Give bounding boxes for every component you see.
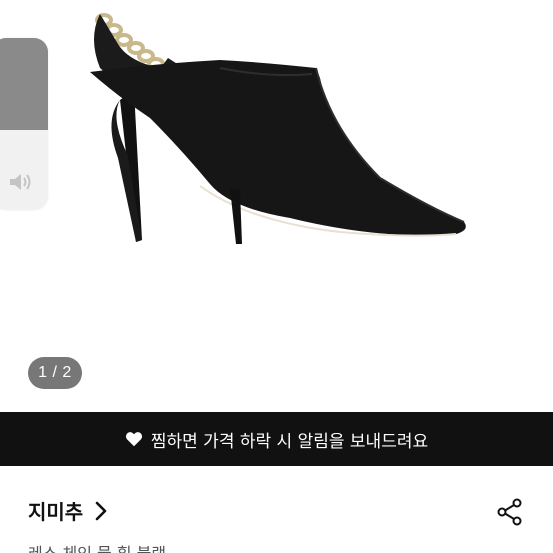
store-name-link[interactable]: 지미추 bbox=[28, 496, 83, 525]
volume-level-fill bbox=[0, 38, 48, 130]
chevron-right-icon[interactable] bbox=[94, 501, 108, 521]
product-title: 레스 체인 뮬 힐 블랙 bbox=[28, 540, 166, 553]
volume-slider[interactable] bbox=[0, 38, 48, 210]
speaker-icon bbox=[10, 174, 31, 190]
share-icon[interactable] bbox=[496, 498, 524, 526]
product-image-gallery[interactable]: 1 / 2 bbox=[0, 0, 553, 412]
heart-icon bbox=[125, 432, 142, 447]
wish-notification-banner[interactable]: 찜하면 가격 하락 시 알림을 보내드려요 bbox=[0, 412, 553, 466]
store-row: 지미추 bbox=[0, 488, 553, 534]
gallery-page-indicator: 1 / 2 bbox=[28, 357, 82, 389]
wish-banner-text: 찜하면 가격 하락 시 알림을 보내드려요 bbox=[150, 431, 429, 452]
product-photo bbox=[90, 13, 466, 244]
